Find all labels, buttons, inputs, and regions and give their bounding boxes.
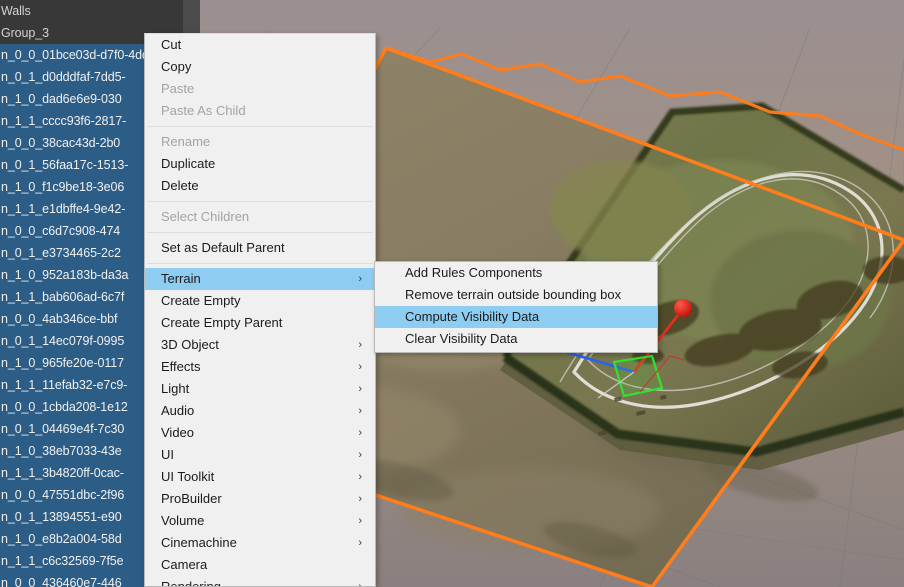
context-menu-item-label: ProBuilder (161, 491, 222, 506)
context-menu-item[interactable]: Copy (145, 56, 375, 78)
menu-separator (147, 201, 373, 202)
submenu-item-label: Clear Visibility Data (405, 331, 518, 346)
context-menu-item-label: Video (161, 425, 195, 440)
context-menu-item-label: Audio (161, 403, 195, 418)
context-menu-item[interactable]: Volume › (145, 510, 375, 532)
chevron-right-icon: › (358, 449, 362, 461)
context-menu-item[interactable]: Camera (145, 554, 375, 576)
terrain-submenu[interactable]: Add Rules Components Remove terrain outsi… (374, 261, 658, 353)
context-menu-item-label: Delete (161, 178, 199, 193)
context-menu-item-label: Set as Default Parent (161, 240, 285, 255)
context-menu-item-label: UI (161, 447, 174, 462)
context-menu-item[interactable]: 3D Object › (145, 334, 375, 356)
context-menu-item: Paste As Child (145, 100, 375, 122)
submenu-item[interactable]: Clear Visibility Data (375, 328, 657, 350)
context-menu-item[interactable]: Video › (145, 422, 375, 444)
context-menu-item-label: Rendering (161, 579, 221, 587)
gizmo-x-handle (674, 299, 692, 317)
context-menu-item-label: 3D Object (161, 337, 219, 352)
context-menu-item[interactable]: Create Empty Parent (145, 312, 375, 334)
submenu-item-label: Add Rules Components (405, 265, 543, 280)
context-menu-item[interactable]: Delete (145, 175, 375, 197)
context-menu-item-label: Terrain (161, 271, 201, 286)
context-menu-item[interactable]: Cinemachine › (145, 532, 375, 554)
context-menu-item[interactable]: Rendering › (145, 576, 375, 587)
menu-separator (147, 126, 373, 127)
context-menu-item: Paste (145, 78, 375, 100)
context-menu-item[interactable]: Light › (145, 378, 375, 400)
context-menu-item[interactable]: UI › (145, 444, 375, 466)
context-menu-item[interactable]: ProBuilder › (145, 488, 375, 510)
context-menu-item-label: Cinemachine (161, 535, 237, 550)
menu-separator (147, 232, 373, 233)
chevron-right-icon: › (358, 471, 362, 483)
context-menu-item-label: Rename (161, 134, 211, 149)
submenu-item[interactable]: Add Rules Components (375, 262, 657, 284)
hierarchy-row[interactable]: Walls (0, 0, 183, 22)
chevron-right-icon: › (358, 405, 362, 417)
context-menu-item-label: Create Empty Parent (161, 315, 283, 330)
chevron-right-icon: › (358, 581, 362, 587)
chevron-right-icon: › (358, 273, 362, 285)
context-menu-item-label: Copy (161, 59, 192, 74)
context-menu-item[interactable]: Duplicate (145, 153, 375, 175)
submenu-item[interactable]: Compute Visibility Data (375, 306, 657, 328)
context-menu-item-label: Paste As Child (161, 103, 246, 118)
context-menu-item-label: Cut (161, 37, 182, 52)
chevron-right-icon: › (358, 515, 362, 527)
context-menu-item-label: Duplicate (161, 156, 216, 171)
context-menu-item-label: Volume (161, 513, 205, 528)
context-menu-item-label: Light (161, 381, 190, 396)
context-menu-item[interactable]: Effects › (145, 356, 375, 378)
submenu-item-label: Compute Visibility Data (405, 309, 540, 324)
chevron-right-icon: › (358, 361, 362, 373)
chevron-right-icon: › (358, 427, 362, 439)
context-menu-item: Select Children (145, 206, 375, 228)
chevron-right-icon: › (358, 537, 362, 549)
submenu-item[interactable]: Remove terrain outside bounding box (375, 284, 657, 306)
context-menu-item[interactable]: Audio › (145, 400, 375, 422)
context-menu-item-label: Paste (161, 81, 195, 96)
chevron-right-icon: › (358, 383, 362, 395)
context-menu-item-label: Create Empty (161, 293, 241, 308)
context-menu-item-label: Select Children (161, 209, 250, 224)
context-menu-item[interactable]: Set as Default Parent (145, 237, 375, 259)
context-menu-item: Rename (145, 131, 375, 153)
hierarchy-context-menu[interactable]: Cut Copy Paste Paste As Child Rename Duplicat… (144, 33, 376, 587)
context-menu-item[interactable]: Cut (145, 34, 375, 56)
chevron-right-icon: › (358, 339, 362, 351)
submenu-item-label: Remove terrain outside bounding box (405, 287, 622, 302)
context-menu-item[interactable]: Create Empty (145, 290, 375, 312)
context-menu-item-label: Effects (161, 359, 201, 374)
context-menu-item-label: UI Toolkit (161, 469, 215, 484)
menu-separator (147, 263, 373, 264)
context-menu-item-label: Camera (161, 557, 208, 572)
context-menu-item[interactable]: UI Toolkit › (145, 466, 375, 488)
chevron-right-icon: › (358, 493, 362, 505)
context-menu-item[interactable]: Terrain › (145, 268, 375, 290)
